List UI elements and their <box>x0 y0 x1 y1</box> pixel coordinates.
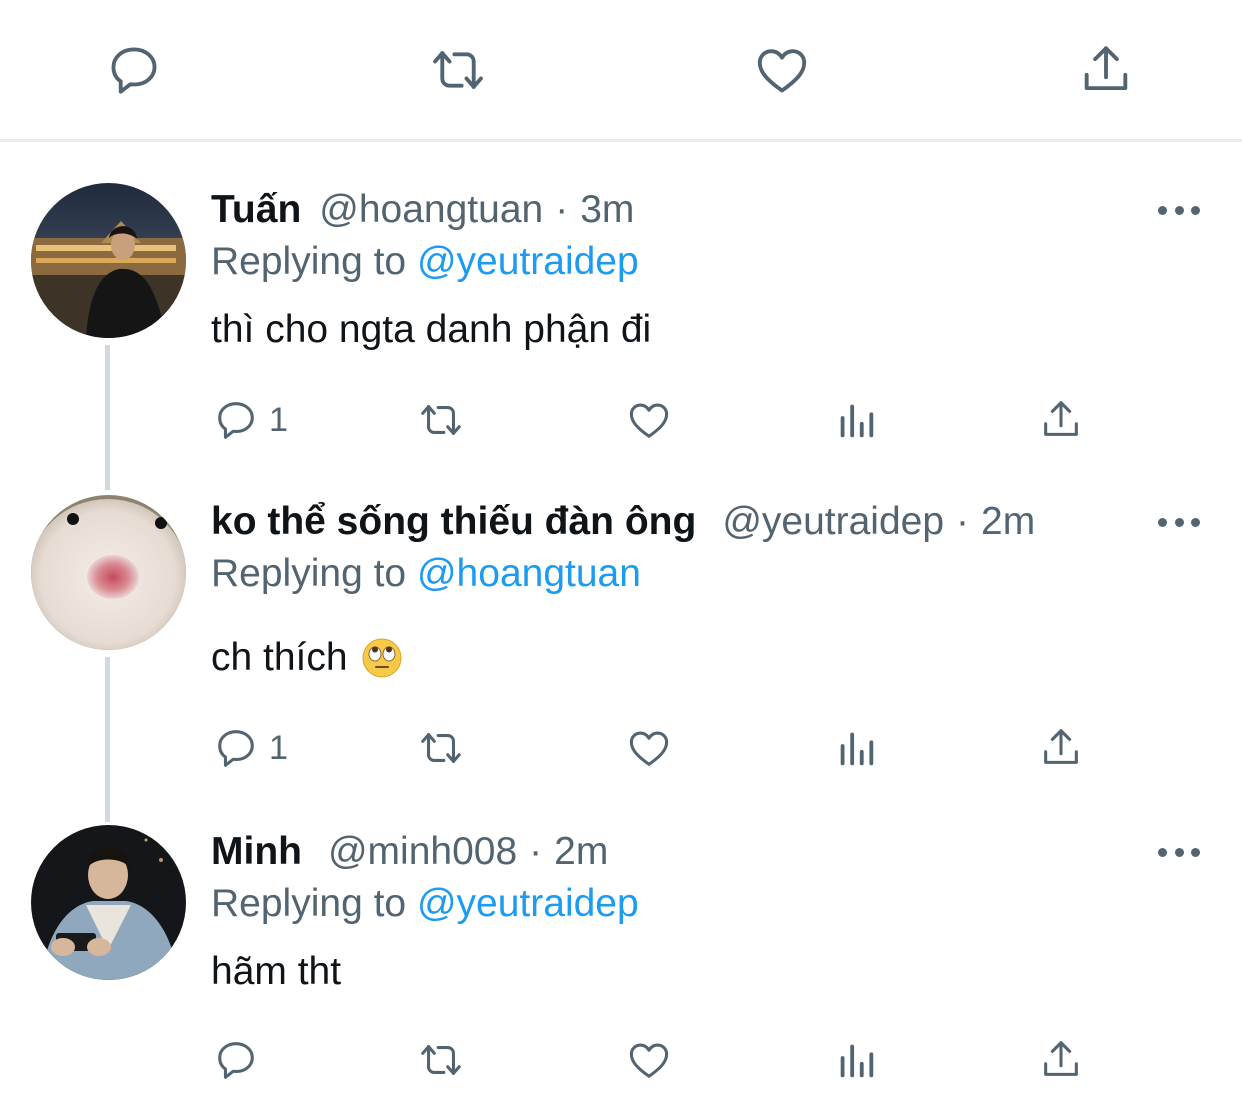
separator: · <box>555 188 569 231</box>
share-button[interactable] <box>1038 1030 1084 1090</box>
avatar-hamster-closeup <box>31 495 186 650</box>
user-handle[interactable]: @hoangtuan <box>319 185 543 235</box>
user-handle[interactable]: @minh008 <box>328 827 517 877</box>
tweet-text-row: ch thích <box>211 633 402 683</box>
share-button[interactable] <box>1038 390 1084 450</box>
replying-to-label: Replying to <box>211 882 407 925</box>
retweet-icon <box>421 405 461 435</box>
more-icon-dot <box>1158 517 1167 527</box>
display-name[interactable]: Tuấn <box>211 185 301 235</box>
tweet-actions: 1 <box>0 390 1242 450</box>
display-name[interactable]: Minh <box>211 827 302 877</box>
rolling-eyes-emoji <box>362 638 402 678</box>
share-button[interactable] <box>1076 40 1136 100</box>
share-icon <box>1084 46 1128 91</box>
timestamp[interactable]: 2m <box>554 827 608 877</box>
avatar[interactable] <box>31 825 186 980</box>
like-button[interactable] <box>752 40 812 100</box>
share-icon <box>1044 1041 1078 1076</box>
reply-button[interactable]: 1 <box>213 718 288 778</box>
more-icon-dot <box>1158 847 1167 857</box>
mention-link[interactable]: @yeutraidep <box>417 882 639 925</box>
tweet-header: Minh @minh008 · 2m <box>211 827 608 877</box>
tweet-text: hãm tht <box>211 950 342 993</box>
timestamp[interactable]: 2m <box>981 497 1035 547</box>
replying-to-label: Replying to <box>211 552 407 595</box>
tweet-header: ko thể sống thiếu đàn ông @yeutraidep · … <box>211 497 1035 547</box>
more-icon-dot <box>1174 847 1184 857</box>
analytics-button[interactable] <box>833 390 879 450</box>
retweet-button[interactable] <box>418 718 464 778</box>
more-options-button[interactable] <box>1158 842 1200 862</box>
more-icon-dot <box>1174 205 1184 215</box>
heart-icon <box>629 403 669 438</box>
reply-button[interactable] <box>213 1030 269 1090</box>
share-button[interactable] <box>1038 718 1084 778</box>
tweet-actions <box>0 1030 1242 1090</box>
retweet-icon <box>421 1045 461 1075</box>
mention-link[interactable]: @hoangtuan <box>417 552 641 595</box>
reply-count: 1 <box>269 728 288 767</box>
retweet-button[interactable] <box>428 40 488 100</box>
more-icon-dot <box>1191 517 1200 527</box>
share-icon <box>1044 729 1078 764</box>
analytics-bar-icon <box>840 732 874 766</box>
avatar-man-denim-jacket-phone <box>31 825 186 980</box>
reply-bubble-icon <box>218 1042 254 1079</box>
reply-count: 1 <box>269 400 288 439</box>
heart-icon <box>757 49 807 93</box>
retweet-icon <box>433 51 483 89</box>
more-icon-dot <box>1174 517 1184 527</box>
replying-to: Replying to @yeutraidep <box>211 237 639 287</box>
tweet-detail-action-bar <box>0 0 1242 142</box>
heart-icon <box>629 731 669 766</box>
retweet-button[interactable] <box>418 390 464 450</box>
retweet-icon <box>421 733 461 763</box>
analytics-button[interactable] <box>833 1030 879 1090</box>
tweet-header: Tuấn @hoangtuan · 3m <box>211 185 634 235</box>
separator: · <box>529 830 543 873</box>
replying-to-label: Replying to <box>211 240 407 283</box>
reply-button[interactable]: 1 <box>213 390 288 450</box>
tweet-actions: 1 <box>0 718 1242 778</box>
analytics-bar-icon <box>840 1044 874 1078</box>
more-options-button[interactable] <box>1158 200 1200 220</box>
display-name[interactable]: ko thể sống thiếu đàn ông <box>211 497 696 547</box>
analytics-button[interactable] <box>833 718 879 778</box>
avatar[interactable] <box>31 495 186 650</box>
replying-to: Replying to @yeutraidep <box>211 879 639 929</box>
more-icon-dot <box>1191 205 1200 215</box>
analytics-bar-icon <box>840 404 874 438</box>
separator: · <box>956 500 970 543</box>
mention-link[interactable]: @yeutraidep <box>417 240 639 283</box>
avatar-photo-man-night-city <box>31 183 186 338</box>
like-button[interactable] <box>626 390 672 450</box>
more-options-button[interactable] <box>1158 512 1200 532</box>
more-icon-dot <box>1158 205 1167 215</box>
reply-bubble-icon <box>218 730 254 767</box>
heart-icon <box>629 1043 669 1078</box>
retweet-button[interactable] <box>418 1030 464 1090</box>
reply-bubble-icon <box>111 47 157 94</box>
like-button[interactable] <box>626 718 672 778</box>
tweet-text: ch thích <box>211 636 348 679</box>
reply-bubble-icon <box>218 402 254 439</box>
avatar[interactable] <box>31 183 186 338</box>
user-handle[interactable]: @yeutraidep <box>722 497 944 547</box>
share-icon <box>1044 401 1078 436</box>
more-icon-dot <box>1191 847 1200 857</box>
tweet-text: thì cho ngta danh phận đi <box>211 308 652 351</box>
replying-to: Replying to @hoangtuan <box>211 549 641 599</box>
like-button[interactable] <box>626 1030 672 1090</box>
reply-button[interactable] <box>104 40 164 100</box>
timestamp[interactable]: 3m <box>580 185 634 235</box>
